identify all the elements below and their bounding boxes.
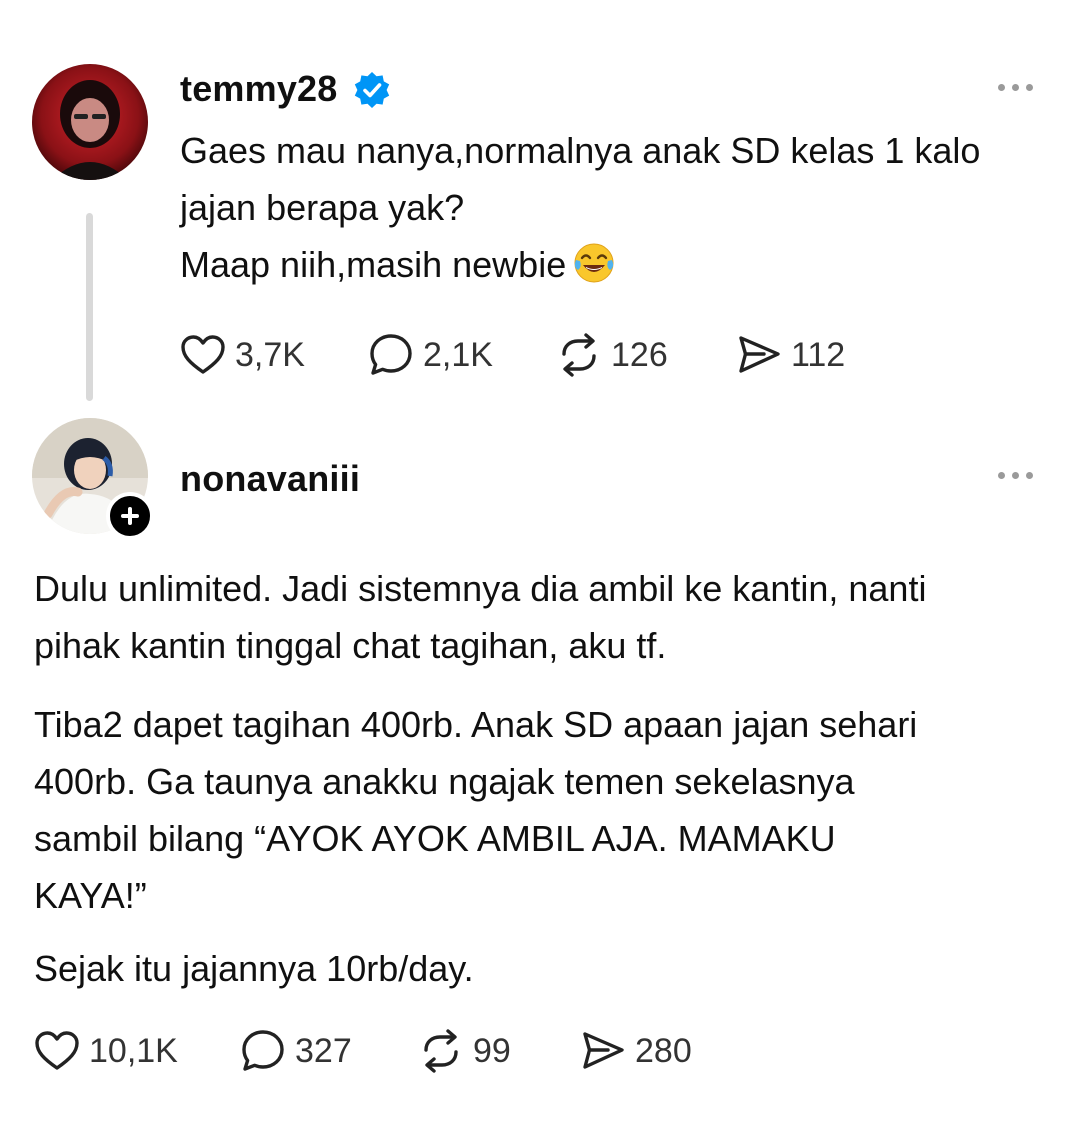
post-text-line: sambil bilang “AYOK AYOK AMBIL AJA. MAMA… (34, 818, 836, 859)
post-text-line: Tiba2 dapet tagihan 400rb. Anak SD apaan… (34, 704, 918, 745)
heart-icon (181, 335, 225, 374)
send-icon (739, 336, 780, 373)
comment-icon (370, 334, 412, 375)
reply-count: 2,1K (423, 335, 493, 374)
share-button[interactable]: 280 (580, 1026, 692, 1076)
post-text-line: pihak kantin tinggal chat tagihan, aku t… (34, 625, 667, 666)
post-paragraph: Sejak itu jajannya 10rb/day. (34, 940, 1044, 997)
post-text-line: Sejak itu jajannya 10rb/day. (34, 948, 474, 989)
post-paragraph: Tiba2 dapet tagihan 400rb. Anak SD apaan… (34, 696, 1044, 924)
repost-icon (562, 333, 596, 377)
plus-icon[interactable] (106, 492, 154, 540)
post-temmy28: temmy28 Gaes mau nanya,normalnya anak SD… (0, 0, 1080, 410)
reply-count: 327 (295, 1031, 352, 1070)
like-button[interactable]: 3,7K (180, 330, 305, 380)
username[interactable]: nonavaniii (180, 458, 360, 500)
post-body: Gaes mau nanya,normalnya anak SD kelas 1… (180, 122, 1050, 293)
share-count: 280 (635, 1031, 692, 1070)
like-count: 10,1K (89, 1031, 178, 1070)
post-text-line: Gaes mau nanya,normalnya anak SD kelas 1… (180, 130, 981, 171)
post-text-line: Maap niih,masih newbie (180, 236, 1050, 293)
post-paragraph: Dulu unlimited. Jadi sistemnya dia ambil… (34, 560, 1044, 674)
verified-badge-icon (354, 72, 390, 108)
repost-icon (424, 1029, 458, 1073)
post-text-line: 400rb. Ga taunya anakku ngajak temen sek… (34, 761, 855, 802)
face-with-tears-of-joy-icon (574, 243, 614, 283)
heart-icon (35, 1031, 79, 1070)
post-text-line-content: Maap niih,masih newbie (180, 244, 567, 285)
post-text-line: Dulu unlimited. Jadi sistemnya dia ambil… (34, 568, 927, 609)
like-count: 3,7K (235, 335, 305, 374)
share-button[interactable]: 112 (736, 330, 845, 380)
share-count: 112 (791, 335, 846, 374)
repost-button[interactable]: 99 (418, 1026, 511, 1076)
repost-count: 126 (611, 335, 668, 374)
more-options-icon[interactable] (996, 80, 1036, 94)
more-options-icon[interactable] (996, 468, 1036, 482)
reply-button[interactable]: 2,1K (368, 330, 493, 380)
like-button[interactable]: 10,1K (34, 1026, 178, 1076)
username[interactable]: temmy28 (180, 68, 338, 110)
post-text-line: KAYA!” (34, 875, 147, 916)
repost-count: 99 (473, 1031, 511, 1070)
post-text-line: jajan berapa yak? (180, 187, 465, 228)
send-icon (583, 1032, 624, 1069)
comment-icon (242, 1030, 284, 1071)
repost-button[interactable]: 126 (556, 330, 668, 380)
post-nonavaniii: nonavaniii Dulu unlimited. Jadi sistemny… (0, 410, 1080, 1144)
reply-button[interactable]: 327 (240, 1026, 352, 1076)
avatar[interactable] (32, 64, 148, 180)
thread-connector-line (86, 213, 93, 401)
